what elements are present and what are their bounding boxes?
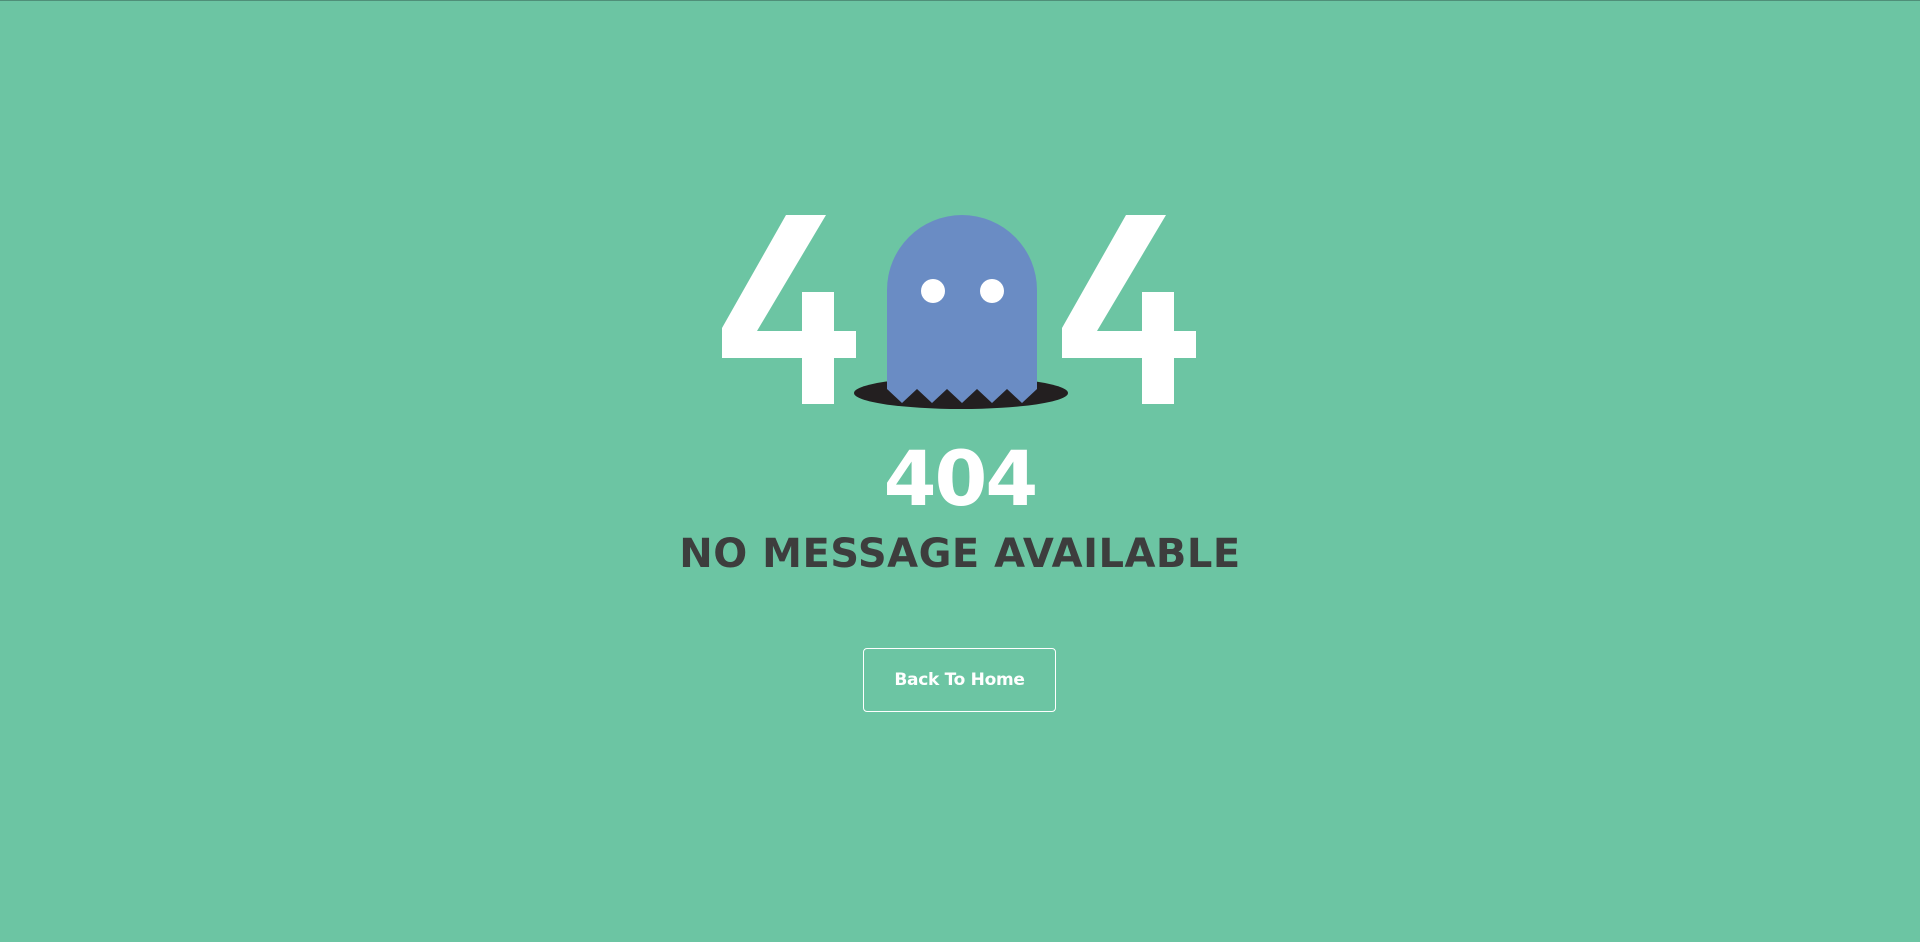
ghost-right-eye — [980, 279, 1004, 303]
left-digit-four — [722, 215, 856, 404]
ghost-left-eye — [921, 279, 945, 303]
error-page: 404 NO MESSAGE AVAILABLE Back To Home — [0, 1, 1920, 942]
right-digit-four — [1062, 215, 1196, 404]
error-message: NO MESSAGE AVAILABLE — [679, 531, 1241, 577]
404-illustration — [718, 213, 1202, 413]
ghost-icon — [887, 215, 1037, 403]
error-code: 404 — [883, 434, 1039, 523]
back-to-home-button[interactable]: Back To Home — [863, 648, 1056, 712]
